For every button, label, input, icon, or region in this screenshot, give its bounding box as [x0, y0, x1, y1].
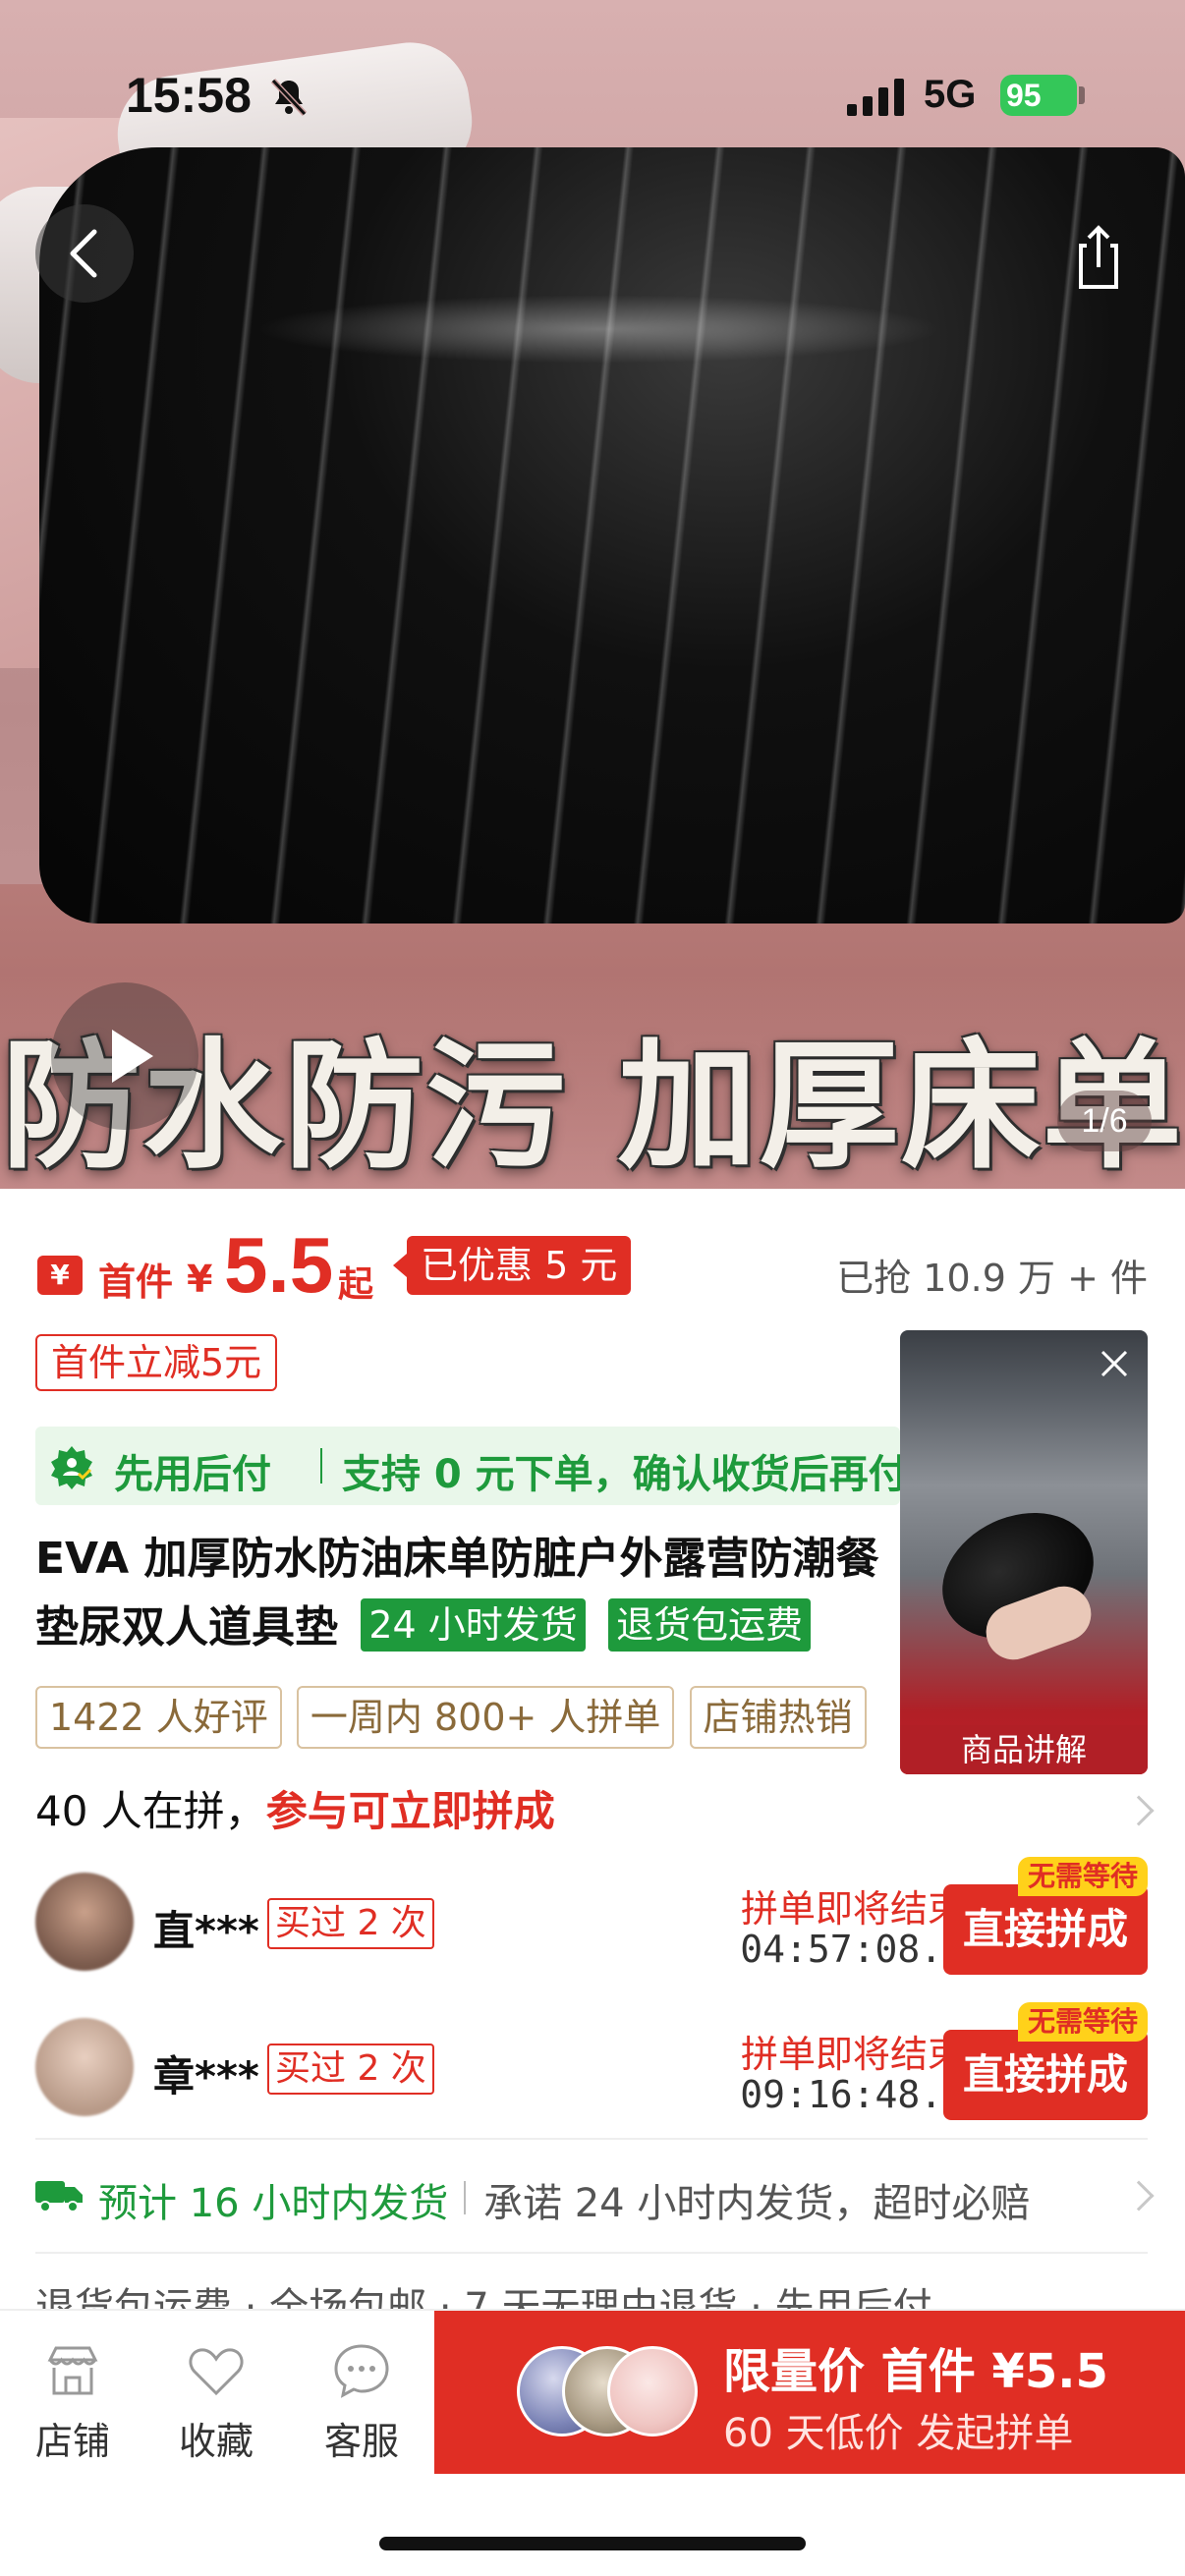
- avatar: [607, 2346, 698, 2436]
- price-row: ¥ 首件 ¥ 5.5 起 已优惠 5 元 已抢 10.9 万 + 件: [37, 1221, 1148, 1315]
- price-currency: ¥: [187, 1258, 213, 1301]
- cta-avatar-stack: [517, 2346, 704, 2444]
- favorite-label: 收藏: [178, 2420, 254, 2463]
- group-highlight: 参与可立即拼成: [265, 1787, 555, 1835]
- price-suffix: 起: [338, 1264, 374, 1305]
- video-label: 商品讲解: [900, 1725, 1148, 1774]
- sold-count: 已抢 10.9 万 + 件: [836, 1257, 1148, 1300]
- hero-black-sheet: [39, 147, 1185, 924]
- share-icon: [1079, 225, 1118, 289]
- play-video-button[interactable]: [51, 982, 198, 1130]
- battery-cap: [1079, 86, 1085, 104]
- bnpl-title: 先用后付: [114, 1452, 271, 1497]
- store-button[interactable]: 店铺: [4, 2340, 141, 2478]
- price-prefix: 首件: [98, 1260, 174, 1304]
- ending-label: 拼单即将结束: [740, 1887, 965, 1931]
- buy-now-pay-later-strip[interactable]: 先用后付 支持 0 元下单，确认收货后再付: [35, 1427, 900, 1505]
- price-value: 5.5: [224, 1221, 334, 1309]
- image-counter: 1/6: [1057, 1091, 1152, 1151]
- yen-tag-icon: ¥: [37, 1256, 83, 1295]
- chip-reviews[interactable]: 1422 人好评: [35, 1686, 282, 1749]
- group-count: 40 人在拼，: [35, 1787, 266, 1835]
- highlight-chips: 1422 人好评 一周内 800+ 人拼单 店铺热销: [35, 1686, 876, 1751]
- hero-sheet-shine: [255, 295, 943, 364]
- countdown-timer: 09:16:48.6: [740, 2073, 965, 2116]
- cta-price: 限量价 首件 ¥5.5: [723, 2344, 1108, 2399]
- back-button[interactable]: [35, 204, 134, 303]
- chat-bubble-icon: [334, 2344, 389, 2398]
- start-group-buy-button[interactable]: 限量价 首件 ¥5.5 60 天低价 发起拼单: [434, 2311, 1185, 2474]
- group-row: 章*** 买过 2 次 拼单即将结束 09:16:48.6 直接拼成 无需等待: [35, 2002, 1148, 2120]
- discount-badge: 已优惠 5 元: [392, 1236, 632, 1295]
- floating-video-player[interactable]: 商品讲解: [900, 1330, 1148, 1774]
- store-icon: [47, 2346, 98, 2395]
- status-time: 15:58: [126, 68, 252, 123]
- favorite-button[interactable]: 收藏: [147, 2340, 285, 2478]
- bought-badge: 买过 2 次: [267, 1898, 434, 1949]
- shipping-24h-tag: 24 小时发货: [361, 1598, 586, 1652]
- chevron-right-icon[interactable]: [1123, 1795, 1155, 1826]
- group-user-name: 直***: [153, 1907, 259, 1955]
- customer-service-button[interactable]: 客服: [293, 2340, 430, 2478]
- divider: [35, 2252, 1148, 2254]
- close-icon[interactable]: [1095, 1344, 1134, 1383]
- chip-group-orders[interactable]: 一周内 800+ 人拼单: [296, 1686, 675, 1749]
- no-wait-badge: 无需等待: [1017, 2002, 1148, 2042]
- service-label: 客服: [323, 2420, 399, 2463]
- group-row: 直*** 买过 2 次 拼单即将结束 04:57:08.6 直接拼成 无需等待: [35, 1857, 1148, 1975]
- ending-label: 拼单即将结束: [740, 2033, 965, 2076]
- join-group-button[interactable]: 直接拼成: [943, 1884, 1148, 1975]
- group-buy-header[interactable]: 40 人在拼，参与可立即拼成: [35, 1778, 555, 1838]
- cellular-signal-icon: [847, 79, 904, 116]
- truck-icon: [35, 2181, 83, 2212]
- join-group-button[interactable]: 直接拼成: [943, 2030, 1148, 2120]
- product-image-carousel[interactable]: 防水防污 加厚床单 15:58 5G 95 1/6: [0, 0, 1185, 1189]
- heart-icon: [189, 2348, 244, 2396]
- product-page: 防水防污 加厚床单 15:58 5G 95 1/6 ¥ 首件 ¥ 5.5 起 已…: [0, 0, 1185, 2576]
- no-wait-badge: 无需等待: [1017, 1857, 1148, 1896]
- battery-level: 95: [1000, 75, 1077, 116]
- first-discount-tag[interactable]: 首件立减5元: [35, 1334, 278, 1391]
- pay-later-badge-icon: [51, 1446, 92, 1489]
- bought-badge: 买过 2 次: [267, 2044, 434, 2095]
- chevron-left-icon: [70, 229, 97, 278]
- home-indicator[interactable]: [379, 2537, 806, 2550]
- divider: [35, 2138, 1148, 2140]
- share-button[interactable]: [1049, 206, 1148, 305]
- cta-subtitle: 60 天低价 发起拼单: [723, 2411, 1074, 2456]
- shipping-estimate: 预计 16 小时内发货: [98, 2181, 449, 2226]
- avatar: [35, 2018, 134, 2116]
- chip-store-hot[interactable]: 店铺热销: [689, 1686, 867, 1749]
- bnpl-description: 支持 0 元下单，确认收货后再付: [342, 1452, 900, 1497]
- bnpl-separator: [320, 1448, 322, 1484]
- shipping-separator: [464, 2181, 466, 2214]
- network-type: 5G: [924, 73, 977, 116]
- shipping-row[interactable]: 预计 16 小时内发货 承诺 24 小时内发货，超时必赔: [35, 2167, 1148, 2226]
- avatar: [35, 1873, 134, 1971]
- silent-bell-icon: [270, 78, 308, 117]
- product-title: EVA 加厚防水防油床单防脏户外露营防潮餐垫尿双人道具垫 24 小时发货 退货包…: [35, 1525, 910, 1662]
- play-icon: [112, 1030, 153, 1083]
- shipping-promise: 承诺 24 小时内发货，超时必赔: [483, 2181, 1031, 2226]
- countdown-timer: 04:57:08.6: [740, 1928, 965, 1971]
- store-label: 店铺: [34, 2420, 110, 2463]
- group-user-name: 章***: [153, 2052, 259, 2100]
- free-return-tag: 退货包运费: [608, 1598, 812, 1652]
